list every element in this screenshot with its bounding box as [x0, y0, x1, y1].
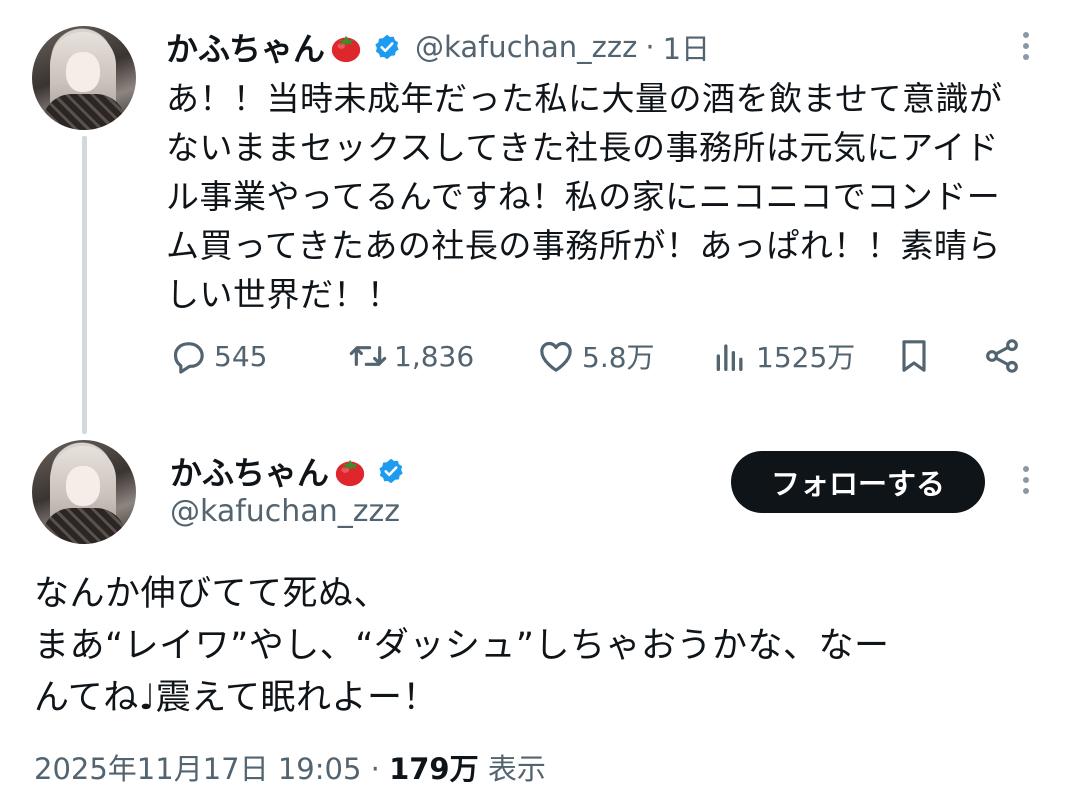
retweet-icon	[349, 346, 387, 366]
separator: ·	[370, 752, 380, 786]
reply-count: 545	[214, 339, 268, 373]
main-author-row: かふちゃん	[170, 448, 405, 494]
views-count: 1525万	[756, 341, 856, 374]
action-bar: 545 1,836 5.8万 1525万	[166, 332, 1036, 382]
share-icon	[986, 339, 1018, 373]
share-button[interactable]	[982, 336, 1022, 376]
tomato-emoji-icon	[335, 459, 365, 487]
more-icon[interactable]	[1020, 32, 1032, 68]
like-count: 5.8万	[582, 341, 655, 374]
follow-button[interactable]: フォローする	[731, 451, 985, 513]
post-time[interactable]: 1日	[663, 26, 710, 68]
verified-badge-icon[interactable]	[377, 457, 405, 485]
tomato-emoji-icon	[331, 35, 361, 63]
main-tweet-text: なんか伸びてて死ぬ、 まあ“レイワ”やし、“ダッシュ”しちゃおうかな、なー んて…	[34, 574, 890, 718]
tweet-meta: 2025年11月17日 19:05 · 179万 表示	[34, 746, 546, 788]
more-icon[interactable]	[1020, 466, 1032, 502]
author-name[interactable]: かふちゃん	[166, 24, 325, 70]
like-icon	[540, 341, 572, 372]
author-handle[interactable]: @kafuchan_zzz	[170, 494, 400, 529]
views-button[interactable]: 1525万	[710, 336, 855, 376]
author-handle[interactable]: @kafuchan_zzz	[415, 30, 637, 64]
timestamp[interactable]: 2025年11月17日 19:05	[34, 752, 361, 786]
bookmark-icon	[902, 340, 926, 372]
like-button[interactable]: 5.8万	[536, 336, 655, 376]
retweet-count: 1,836	[394, 339, 475, 373]
views-count: 179万	[389, 752, 479, 786]
verified-badge-icon[interactable]	[373, 33, 401, 61]
thread-line	[82, 136, 87, 434]
parent-author-row: かふちゃん @kafuchan_zzz · 1日	[166, 24, 710, 70]
separator: ·	[645, 30, 655, 64]
views-label: 表示	[487, 752, 546, 786]
reply-button[interactable]: 545	[168, 336, 267, 376]
avatar[interactable]	[32, 440, 136, 544]
avatar[interactable]	[32, 26, 136, 130]
reply-icon	[173, 342, 204, 374]
bookmark-button[interactable]	[894, 336, 934, 376]
retweet-button[interactable]: 1,836	[348, 336, 474, 376]
parent-tweet-text: あ！！当時未成年だった私に大量の酒を飲ませて意識が ないままセックスしてきた社長…	[166, 79, 1003, 314]
author-name[interactable]: かふちゃん	[170, 448, 329, 494]
views-icon	[716, 344, 743, 371]
